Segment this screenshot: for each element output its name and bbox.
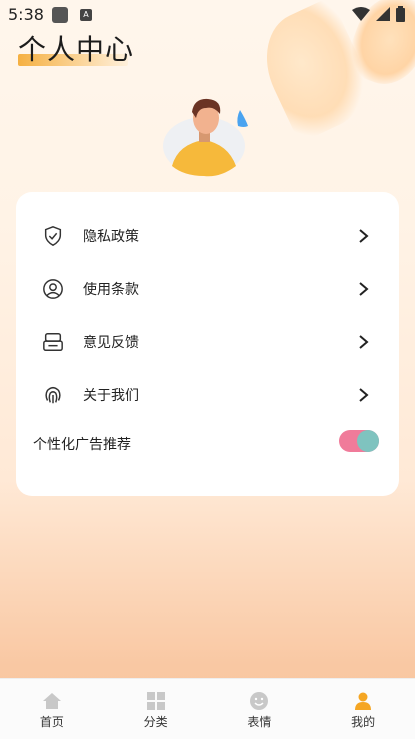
person-icon — [355, 692, 372, 710]
toggle-knob — [357, 430, 379, 452]
home-icon — [42, 693, 61, 709]
nav-category[interactable]: 分类 — [104, 679, 208, 739]
wifi-icon — [352, 7, 370, 21]
menu-label: 隐私政策 — [83, 228, 139, 245]
personalized-ads-row: 个性化广告推荐 — [16, 424, 399, 464]
menu-label: 关于我们 — [83, 387, 139, 404]
menu-label: 使用条款 — [83, 281, 139, 298]
nav-label: 我的 — [351, 715, 376, 729]
chevron-right-icon — [359, 334, 369, 349]
nav-label: 表情 — [247, 715, 272, 729]
notification-icon — [52, 7, 68, 23]
nav-home[interactable]: 首页 — [0, 679, 104, 739]
menu-item-feedback[interactable]: 意见反馈 — [16, 315, 399, 368]
bottom-nav: 首页 分类 表情 我的 — [0, 678, 415, 739]
smiley-icon — [250, 692, 269, 710]
user-circle-icon — [43, 278, 63, 299]
menu-item-privacy-policy[interactable]: 隐私政策 — [16, 209, 399, 262]
nav-emoji[interactable]: 表情 — [208, 679, 312, 739]
nav-label: 分类 — [143, 715, 168, 729]
chevron-right-icon — [359, 228, 369, 243]
feedback-box-icon — [43, 332, 63, 351]
settings-card: 隐私政策 使用条款 意见反馈 关于我们 个性化广告推荐 — [16, 192, 399, 496]
page-title: 个人中心 — [18, 33, 135, 66]
personalized-ads-toggle[interactable] — [339, 430, 379, 452]
menu-item-terms-of-use[interactable]: 使用条款 — [16, 262, 399, 315]
signal-icon — [376, 7, 390, 21]
menu-label: 意见反馈 — [83, 334, 139, 351]
avatar[interactable] — [162, 96, 252, 178]
status-bar: 5:38 A — [0, 0, 415, 30]
nav-label: 首页 — [39, 715, 64, 729]
personalized-ads-label: 个性化广告推荐 — [33, 437, 131, 453]
fingerprint-icon — [45, 386, 61, 403]
battery-icon — [396, 6, 405, 22]
grid-icon — [146, 692, 165, 710]
menu-item-about-us[interactable]: 关于我们 — [16, 368, 399, 421]
shield-check-icon — [44, 225, 62, 246]
nav-mine[interactable]: 我的 — [311, 679, 415, 739]
chevron-right-icon — [359, 281, 369, 296]
page-title-wrapper: 个人中心 — [18, 28, 134, 68]
keyboard-notification-icon: A — [80, 9, 92, 21]
chevron-right-icon — [359, 387, 369, 402]
status-time: 5:38 — [8, 5, 44, 24]
